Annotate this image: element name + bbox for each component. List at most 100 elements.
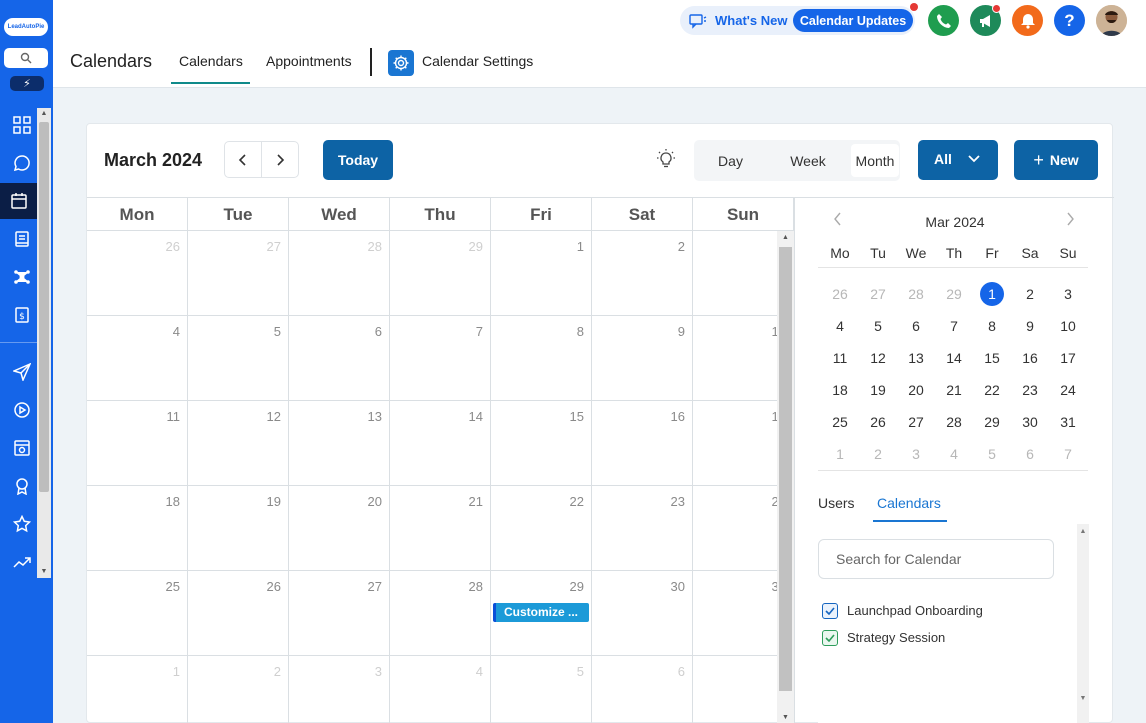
mini-day-selected[interactable]: 1	[973, 282, 1011, 306]
calendar-option-launchpad[interactable]: Launchpad Onboarding	[822, 602, 983, 619]
day-cell[interactable]: 6	[592, 656, 693, 723]
mini-day[interactable]: 6	[1011, 442, 1049, 466]
day-cell[interactable]: 9	[592, 316, 693, 400]
mini-day[interactable]: 28	[935, 410, 973, 434]
phone-button[interactable]	[928, 5, 959, 36]
scroll-down-icon[interactable]: ▼	[37, 566, 51, 578]
day-cell[interactable]: 27	[289, 571, 390, 655]
mini-day[interactable]: 5	[973, 442, 1011, 466]
day-cell[interactable]: 3	[289, 656, 390, 723]
view-day-button[interactable]: Day	[694, 144, 767, 177]
mini-day[interactable]: 22	[973, 378, 1011, 402]
mini-next-button[interactable]	[1065, 212, 1075, 231]
mini-day[interactable]: 14	[935, 346, 973, 370]
mini-day[interactable]: 16	[1011, 346, 1049, 370]
mini-day[interactable]: 28	[897, 282, 935, 306]
mini-day[interactable]: 29	[935, 282, 973, 306]
mini-day[interactable]: 17	[1049, 346, 1087, 370]
day-cell[interactable]: 2	[592, 231, 693, 315]
mini-day[interactable]: 6	[897, 314, 935, 338]
filter-dropdown[interactable]: All	[918, 140, 998, 180]
filter-scrollbar[interactable]: ▲ ▼	[1077, 524, 1089, 723]
notifications-button[interactable]	[1012, 5, 1043, 36]
day-cell[interactable]: 12	[188, 401, 289, 485]
mini-day[interactable]: 11	[821, 346, 859, 370]
mini-day[interactable]: 31	[1049, 410, 1087, 434]
checkbox[interactable]	[822, 602, 838, 619]
day-cell[interactable]: 29 Customize ...	[491, 571, 592, 655]
day-cell[interactable]: 30	[592, 571, 693, 655]
day-cell[interactable]: 20	[289, 486, 390, 570]
day-cell[interactable]: 4	[390, 656, 491, 723]
mini-day[interactable]: 4	[821, 314, 859, 338]
mini-day[interactable]: 29	[973, 410, 1011, 434]
day-cell[interactable]: 13	[289, 401, 390, 485]
tips-button[interactable]	[656, 148, 676, 175]
mini-day[interactable]: 13	[897, 346, 935, 370]
day-cell[interactable]: 1	[491, 231, 592, 315]
mini-day[interactable]: 7	[1049, 442, 1087, 466]
prev-month-button[interactable]	[225, 142, 262, 177]
day-cell[interactable]: 6	[289, 316, 390, 400]
avatar[interactable]	[1096, 5, 1127, 36]
mini-day[interactable]: 3	[1049, 282, 1087, 306]
scrollbar-thumb[interactable]	[779, 247, 792, 691]
day-cell[interactable]: 26	[87, 231, 188, 315]
day-cell[interactable]: 22	[491, 486, 592, 570]
sidebar-item-contacts[interactable]	[8, 225, 36, 253]
day-cell[interactable]: 1	[87, 656, 188, 723]
day-cell[interactable]: 8	[491, 316, 592, 400]
search-button[interactable]	[4, 48, 48, 68]
quick-actions-button[interactable]: ⚡	[10, 76, 44, 91]
scroll-down-icon[interactable]: ▼	[1077, 693, 1089, 705]
day-cell[interactable]: 15	[491, 401, 592, 485]
mini-day[interactable]: 2	[859, 442, 897, 466]
day-cell[interactable]: 5	[188, 316, 289, 400]
day-cell[interactable]: 2	[188, 656, 289, 723]
mini-day[interactable]: 23	[1011, 378, 1049, 402]
sidebar-item-marketing[interactable]	[8, 358, 36, 386]
mini-day[interactable]: 15	[973, 346, 1011, 370]
mini-day[interactable]: 4	[935, 442, 973, 466]
day-cell[interactable]: 7	[390, 316, 491, 400]
sidebar-item-reputation[interactable]	[8, 472, 36, 500]
day-cell[interactable]: 25	[87, 571, 188, 655]
new-button[interactable]: + New	[1014, 140, 1098, 180]
day-cell[interactable]: 4	[87, 316, 188, 400]
sidebar-item-sites[interactable]	[8, 434, 36, 462]
mini-day[interactable]: 26	[859, 410, 897, 434]
mini-day[interactable]: 3	[897, 442, 935, 466]
calendar-updates-pill[interactable]: Calendar Updates	[793, 9, 913, 32]
day-cell[interactable]: 29	[390, 231, 491, 315]
tab-appointments[interactable]: Appointments	[266, 53, 352, 69]
mini-day[interactable]: 19	[859, 378, 897, 402]
view-month-button[interactable]: Month	[851, 144, 899, 177]
sidebar-item-payments[interactable]: $	[8, 301, 36, 329]
sidebar-scrollbar[interactable]: ▲ ▼	[37, 108, 51, 578]
mini-day[interactable]: 25	[821, 410, 859, 434]
mini-day[interactable]: 24	[1049, 378, 1087, 402]
tab-users[interactable]: Users	[818, 495, 855, 511]
mini-day[interactable]: 21	[935, 378, 973, 402]
sidebar-item-conversations[interactable]	[8, 149, 36, 177]
mini-day[interactable]: 7	[935, 314, 973, 338]
mini-day[interactable]: 26	[821, 282, 859, 306]
mini-day[interactable]: 10	[1049, 314, 1087, 338]
day-cell[interactable]: 27	[188, 231, 289, 315]
sidebar-item-dashboard[interactable]	[8, 111, 36, 139]
day-cell[interactable]: 26	[188, 571, 289, 655]
calendar-settings-link[interactable]: Calendar Settings	[422, 53, 533, 69]
day-cell[interactable]: 5	[491, 656, 592, 723]
calendar-settings-button[interactable]	[388, 50, 414, 76]
scroll-down-icon[interactable]: ▼	[777, 711, 794, 723]
mini-day[interactable]: 18	[821, 378, 859, 402]
today-button[interactable]: Today	[323, 140, 393, 180]
calendar-search-input[interactable]	[818, 539, 1054, 579]
calendar-option-strategy[interactable]: Strategy Session	[822, 629, 945, 646]
day-cell[interactable]: 19	[188, 486, 289, 570]
mini-day[interactable]: 12	[859, 346, 897, 370]
scroll-up-icon[interactable]: ▲	[37, 108, 51, 120]
scroll-up-icon[interactable]: ▲	[1077, 526, 1089, 538]
day-cell[interactable]: 16	[592, 401, 693, 485]
checkbox[interactable]	[822, 629, 838, 646]
